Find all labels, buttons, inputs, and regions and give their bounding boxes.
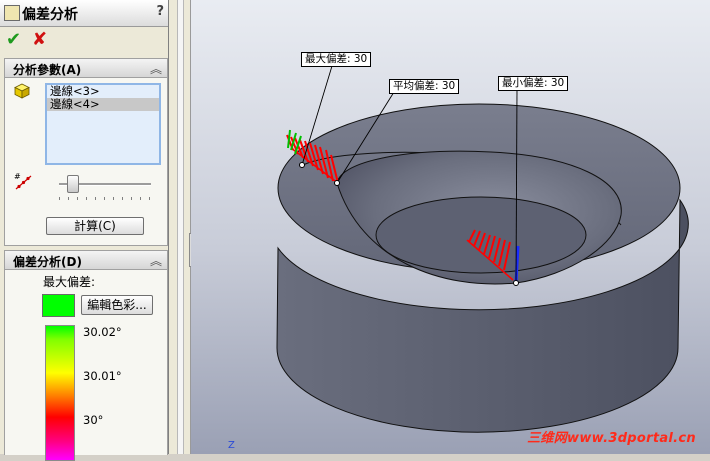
help-icon[interactable]: ? — [156, 4, 164, 19]
min-deviation-callout[interactable]: 最小偏差: 30 — [498, 76, 569, 91]
max-point — [299, 162, 305, 168]
avg-deviation-callout[interactable]: 平均偏差: 30 — [389, 79, 460, 94]
min-point — [513, 280, 519, 286]
panel-header: 偏差分析 ? — [0, 0, 168, 27]
calculate-button[interactable]: 計算(C) — [46, 217, 144, 235]
property-manager: 偏差分析 ? ✔ ✘ 分析參數(A) ︽ 邊線<3> 邊線<4> # 計算(C) — [0, 0, 169, 461]
panel-title: 偏差分析 — [22, 7, 78, 23]
resolution-slider-thumb[interactable] — [67, 175, 80, 193]
cube-icon — [14, 83, 30, 99]
max-deviation-label: 最大偏差: — [43, 275, 96, 289]
deviation-color-scale — [45, 325, 75, 461]
analysis-params-group: 分析參數(A) ︽ 邊線<3> 邊線<4> # 計算(C) — [4, 58, 168, 246]
z-axis-label: Z — [228, 440, 235, 451]
graphics-viewport[interactable]: 最大偏差: 30 平均偏差: 30 最小偏差: 30 Z 三维网www.3dpo… — [191, 0, 710, 454]
bowl-inner-edge — [375, 196, 587, 274]
chevron-up-double-icon[interactable]: ︽ — [150, 60, 162, 77]
svg-text:#: # — [14, 172, 21, 181]
slider-ticks — [59, 197, 151, 200]
max-deviation-color-swatch[interactable] — [42, 294, 75, 317]
watermark: 三维网www.3dportal.cn — [527, 431, 696, 446]
cancel-button[interactable]: ✘ — [32, 31, 47, 49]
list-item[interactable]: 邊線<4> — [47, 98, 159, 111]
scale-label-mid: 30.01° — [83, 369, 122, 383]
scale-label-max: 30.02° — [83, 325, 122, 339]
deviation-analysis-header[interactable]: 偏差分析(D) ︽ — [5, 251, 167, 270]
scale-label-min: 30° — [83, 413, 104, 427]
edge-selection-list[interactable]: 邊線<3> 邊線<4> — [45, 83, 161, 165]
edit-color-button[interactable]: 編輯色彩... — [81, 295, 153, 315]
deviation-analysis-title: 偏差分析(D) — [13, 255, 82, 269]
ok-button[interactable]: ✔ — [6, 31, 21, 49]
avg-point — [334, 180, 340, 186]
max-deviation-callout[interactable]: 最大偏差: 30 — [301, 52, 372, 67]
analysis-params-header[interactable]: 分析參數(A) ︽ — [5, 59, 167, 78]
resolution-icon: # — [14, 172, 32, 190]
deviation-analysis-icon — [4, 5, 20, 21]
model-view — [276, 65, 689, 433]
deviation-analysis-group: 偏差分析(D) ︽ 最大偏差: 編輯色彩... 30.02° 30.01° 30… — [4, 250, 168, 461]
chevron-up-double-icon[interactable]: ︽ — [150, 252, 162, 269]
analysis-params-title: 分析參數(A) — [13, 63, 82, 77]
panel-splitter[interactable] — [169, 0, 191, 454]
